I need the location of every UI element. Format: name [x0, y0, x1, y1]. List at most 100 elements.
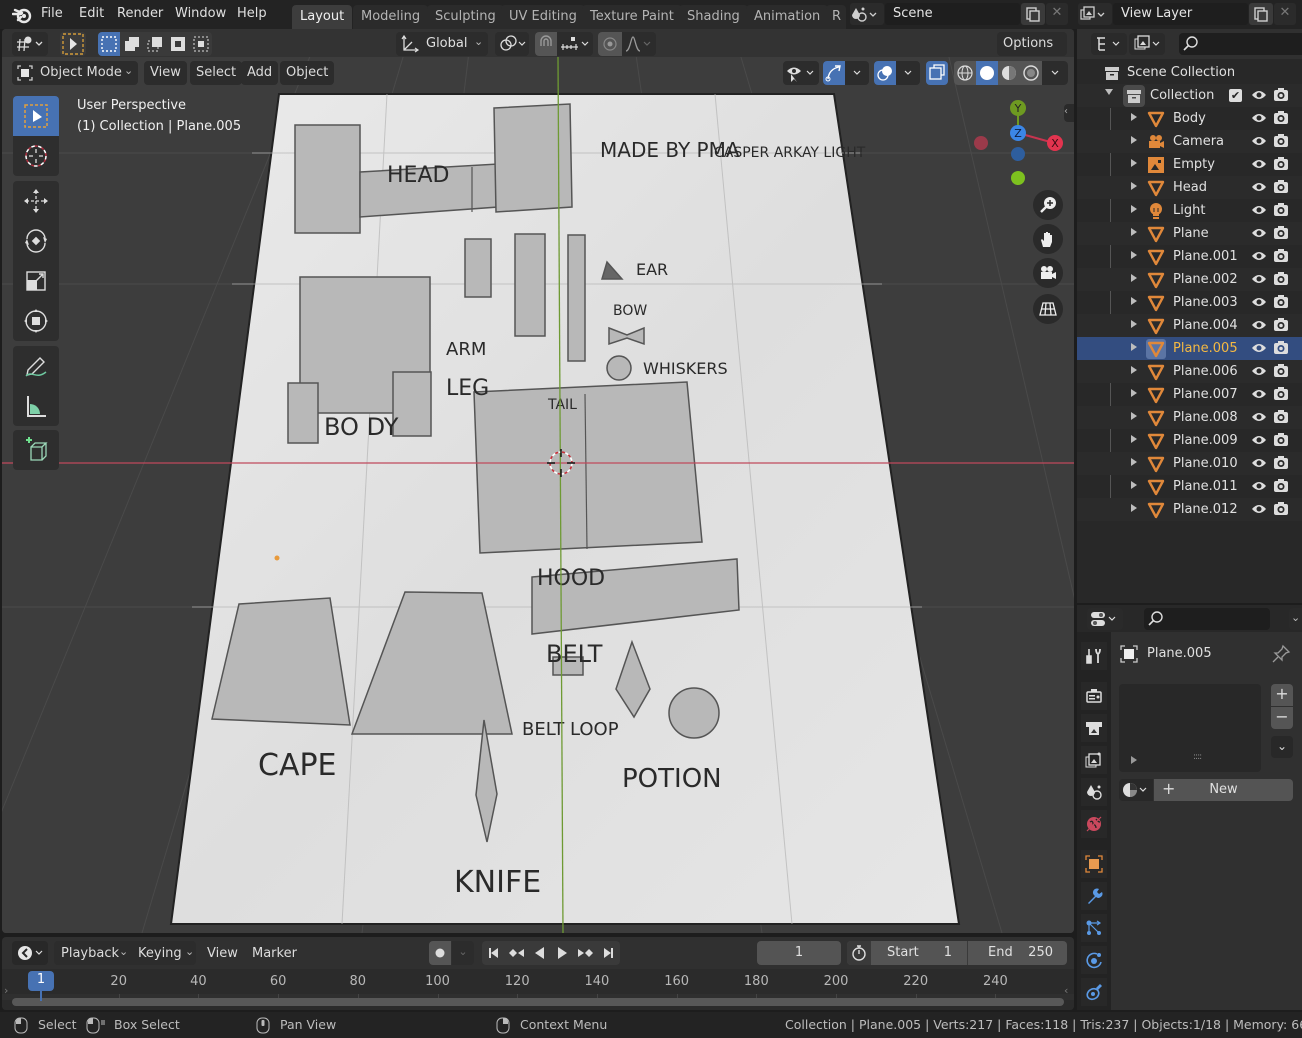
visibility-eye-icon[interactable] [1251, 249, 1267, 263]
visibility-eye-icon[interactable] [1251, 433, 1267, 447]
tool-add-cube[interactable] [13, 430, 59, 470]
jump-to-end-icon[interactable] [597, 941, 620, 965]
tool-select-box[interactable] [13, 96, 59, 136]
pin-icon[interactable] [1271, 644, 1291, 664]
expand-arrow-icon[interactable] [1131, 113, 1137, 121]
menu-keying[interactable]: Keying [138, 946, 182, 961]
expand-arrow-icon[interactable] [1131, 136, 1137, 144]
expand-arrow-icon[interactable] [1131, 205, 1137, 213]
tab-texture-paint[interactable]: Texture Paint [582, 5, 682, 29]
visibility-eye-icon[interactable] [1251, 502, 1267, 516]
tab-scene-icon[interactable] [1081, 778, 1107, 806]
visibility-eye-icon[interactable] [1251, 134, 1267, 148]
snap-target-dropdown[interactable] [558, 32, 593, 56]
visibility-eye-icon[interactable] [1251, 479, 1267, 493]
render-camera-icon[interactable] [1273, 87, 1289, 103]
outliner-item[interactable]: Head [1077, 176, 1302, 199]
gizmo-neg-z[interactable] [1011, 147, 1025, 161]
outliner-item[interactable]: Plane.001 [1077, 245, 1302, 268]
jump-to-next-keyframe-icon[interactable] [574, 941, 597, 965]
visibility-selectability-dropdown[interactable] [783, 61, 819, 85]
render-camera-icon[interactable] [1273, 248, 1289, 264]
expand-arrow-icon[interactable] [1131, 343, 1137, 351]
tab-render-icon[interactable] [1081, 682, 1107, 710]
expand-channels-chevron-icon[interactable]: › [4, 984, 8, 997]
frame-end-field[interactable]: End 250 [968, 941, 1067, 965]
render-camera-icon[interactable] [1273, 340, 1289, 356]
properties-options-dropdown[interactable]: ⌄ [1289, 608, 1302, 630]
shading-solid-icon[interactable] [976, 61, 998, 85]
mode-invert-selection-button[interactable] [167, 32, 189, 56]
tab-animation[interactable]: Animation [746, 5, 829, 29]
outliner-item[interactable]: Plane.003 [1077, 291, 1302, 314]
outliner-item[interactable]: Plane.008 [1077, 406, 1302, 429]
current-frame-field[interactable]: 1 [757, 941, 841, 965]
snap-toggle-magnet-icon[interactable] [535, 32, 557, 56]
tab-shading[interactable]: Shading [679, 5, 748, 29]
expand-arrow-icon[interactable] [1131, 756, 1137, 764]
mode-new-selection-button[interactable] [98, 32, 120, 56]
tool-annotate[interactable] [13, 346, 59, 386]
outliner-editor-type-button[interactable] [1091, 33, 1127, 55]
render-camera-icon[interactable] [1273, 432, 1289, 448]
new-material-button[interactable]: + New [1154, 779, 1293, 801]
tab-output-icon[interactable] [1081, 714, 1107, 742]
jump-to-prev-keyframe-icon[interactable] [505, 941, 528, 965]
render-camera-icon[interactable] [1273, 202, 1289, 218]
options-dropdown[interactable]: Options ⌄ [997, 32, 1067, 65]
render-camera-icon[interactable] [1273, 409, 1289, 425]
frame-start-field[interactable]: Start 1 [872, 941, 966, 965]
zoom-view-icon[interactable] [1033, 190, 1063, 220]
visibility-eye-icon[interactable] [1251, 387, 1267, 401]
sidebar-toggle-chevron-left-icon[interactable]: ‹ [1064, 104, 1074, 122]
outliner-item[interactable]: Plane.009 [1077, 429, 1302, 452]
tab-modifiers-wrench-icon[interactable] [1081, 882, 1107, 910]
expand-arrow-icon[interactable] [1105, 89, 1113, 95]
menu-view[interactable]: View [144, 61, 187, 85]
navigation-gizmo[interactable]: Y Z X [962, 91, 1072, 191]
menu-marker[interactable]: Marker [252, 946, 297, 961]
blender-logo-icon[interactable] [12, 6, 32, 24]
tab-object-icon[interactable] [1081, 850, 1107, 878]
outliner-item[interactable]: Plane.002 [1077, 268, 1302, 291]
expand-arrow-icon[interactable] [1131, 228, 1137, 236]
auto-keying-record-button[interactable] [429, 941, 451, 965]
pan-view-hand-icon[interactable] [1033, 224, 1063, 254]
outliner-item[interactable]: Plane.010 [1077, 452, 1302, 475]
display-mode-dropdown[interactable] [1129, 33, 1165, 55]
expand-arrow-icon[interactable] [1131, 504, 1137, 512]
visibility-eye-icon[interactable] [1251, 410, 1267, 424]
menu-file[interactable]: File [41, 6, 63, 21]
menu-playback[interactable]: Playback [61, 946, 119, 961]
shading-options-dropdown[interactable] [1042, 61, 1068, 85]
tab-particles-icon[interactable] [1081, 914, 1107, 942]
visibility-eye-icon[interactable] [1251, 341, 1267, 355]
expand-arrow-icon[interactable] [1131, 274, 1137, 282]
mode-subtract-selection-button[interactable] [144, 32, 166, 56]
outliner-item[interactable]: Plane [1077, 222, 1302, 245]
scene-selector-button[interactable] [850, 3, 884, 25]
render-camera-icon[interactable] [1273, 478, 1289, 494]
active-tool-select-box[interactable] [60, 32, 86, 56]
view-layer-name-field[interactable]: View Layer [1113, 3, 1248, 25]
tab-physics-icon[interactable] [1081, 946, 1107, 974]
object-mode-dropdown[interactable]: Object Mode ⌄ [12, 61, 138, 85]
3d-viewport[interactable]: Global ⌄ Options ⌄ [2, 29, 1074, 933]
remove-material-slot-button[interactable]: − [1271, 707, 1293, 729]
expand-arrow-icon[interactable] [1131, 366, 1137, 374]
expand-arrow-icon[interactable] [1131, 182, 1137, 190]
tab-sculpting[interactable]: Sculpting [427, 5, 504, 29]
menu-help[interactable]: Help [237, 6, 267, 21]
expand-arrow-icon[interactable] [1131, 389, 1137, 397]
outliner-row-collection[interactable]: Collection ✔ [1077, 84, 1302, 107]
tab-rendering[interactable]: R [826, 5, 846, 29]
visibility-eye-icon[interactable] [1251, 226, 1267, 240]
render-camera-icon[interactable] [1273, 179, 1289, 195]
camera-view-icon[interactable] [1033, 258, 1063, 288]
tab-world-icon[interactable] [1081, 810, 1107, 838]
timeline-horizontal-scrollbar[interactable] [12, 998, 1064, 1006]
render-camera-icon[interactable] [1273, 271, 1289, 287]
proportional-falloff-dropdown[interactable] [623, 32, 656, 56]
delete-view-layer-button[interactable]: ✕ [1274, 3, 1296, 25]
material-specials-dropdown[interactable]: ⌄ [1271, 736, 1293, 758]
